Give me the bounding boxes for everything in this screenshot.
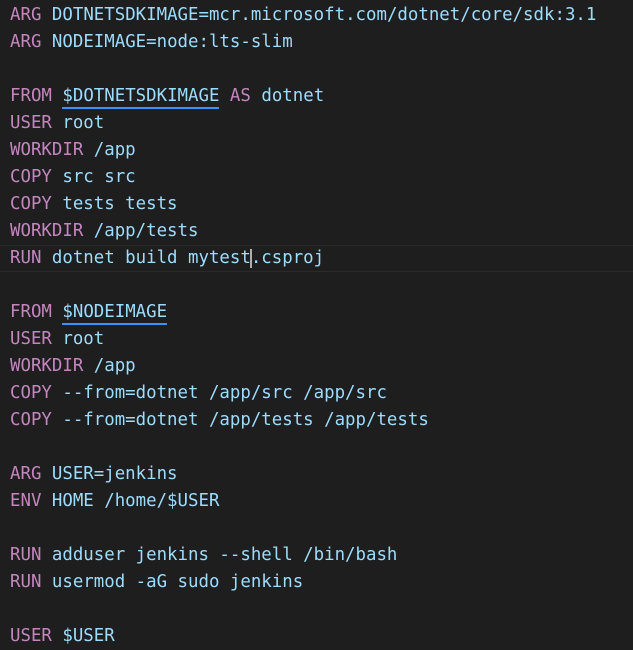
code-keyword: COPY: [10, 410, 52, 430]
code-line[interactable]: ARG USER=jenkins: [0, 461, 633, 488]
code-keyword: AS: [229, 86, 251, 106]
code-token: /app: [83, 140, 136, 160]
code-line[interactable]: COPY src src: [0, 164, 633, 191]
code-keyword: WORKDIR: [10, 356, 84, 376]
code-token: dotnet: [250, 86, 325, 106]
code-token: --from=dotnet /app/src /app/src: [51, 383, 387, 403]
code-line[interactable]: RUN usermod -aG sudo jenkins: [0, 569, 633, 596]
code-line[interactable]: [0, 434, 633, 461]
code-token: root: [51, 329, 105, 349]
code-line[interactable]: USER root: [0, 326, 633, 353]
code-line[interactable]: WORKDIR /app: [0, 137, 633, 164]
code-line[interactable]: ENV HOME /home/$USER: [0, 488, 633, 515]
code-editor[interactable]: ARG DOTNETSDKIMAGE=mcr.microsoft.com/dot…: [0, 2, 633, 648]
code-keyword: USER: [10, 626, 52, 646]
code-line[interactable]: FROM $NODEIMAGE: [0, 299, 633, 326]
code-token: root: [51, 113, 105, 133]
code-token: $NODEIMAGE: [62, 302, 168, 325]
code-line[interactable]: USER $USER: [0, 623, 633, 650]
code-keyword: COPY: [10, 194, 52, 214]
code-keyword: FROM: [10, 302, 52, 322]
code-token: DOTNETSDKIMAGE=mcr.microsoft.com/dotnet/…: [51, 5, 597, 25]
code-line[interactable]: USER root: [0, 110, 633, 137]
code-keyword: FROM: [10, 86, 52, 106]
code-token: usermod -aG sudo jenkins: [41, 572, 304, 592]
code-token: NODEIMAGE=node:lts-slim: [51, 32, 293, 52]
code-keyword: ENV: [10, 491, 42, 511]
code-token: /app: [83, 356, 136, 376]
code-token: dotnet build mytest: [41, 248, 251, 268]
code-line[interactable]: ARG NODEIMAGE=node:lts-slim: [0, 29, 633, 56]
code-keyword: RUN: [10, 545, 42, 565]
code-token: .csproj: [250, 248, 325, 268]
code-token: adduser jenkins --shell /bin/bash: [41, 545, 398, 565]
code-token: --from=dotnet /app/tests /app/tests: [51, 410, 429, 430]
code-line[interactable]: WORKDIR /app/tests: [0, 218, 633, 245]
code-line[interactable]: COPY --from=dotnet /app/src /app/src: [0, 380, 633, 407]
code-keyword: RUN: [10, 572, 42, 592]
code-line[interactable]: FROM $DOTNETSDKIMAGE AS dotnet: [0, 83, 633, 110]
code-keyword: USER: [10, 113, 52, 133]
code-line-current[interactable]: RUN dotnet build mytest.csproj: [0, 245, 633, 272]
code-line[interactable]: [0, 515, 633, 542]
code-line[interactable]: ARG DOTNETSDKIMAGE=mcr.microsoft.com/dot…: [0, 2, 633, 29]
code-line[interactable]: [0, 56, 633, 83]
code-keyword: COPY: [10, 383, 52, 403]
code-token: $DOTNETSDKIMAGE: [62, 86, 220, 109]
code-keyword: ARG: [10, 5, 42, 25]
code-line[interactable]: [0, 272, 633, 299]
code-line[interactable]: COPY tests tests: [0, 191, 633, 218]
code-line[interactable]: WORKDIR /app: [0, 353, 633, 380]
code-keyword: WORKDIR: [10, 221, 84, 241]
code-keyword: COPY: [10, 167, 52, 187]
code-keyword: USER: [10, 329, 52, 349]
code-keyword: WORKDIR: [10, 140, 84, 160]
code-line[interactable]: [0, 596, 633, 623]
code-token: HOME /home/$USER: [41, 491, 220, 511]
code-token: tests tests: [51, 194, 178, 214]
code-keyword: ARG: [10, 464, 42, 484]
code-token: USER=jenkins: [41, 464, 178, 484]
code-line[interactable]: RUN adduser jenkins --shell /bin/bash: [0, 542, 633, 569]
code-keyword: RUN: [10, 248, 42, 268]
code-token: /app/tests: [83, 221, 199, 241]
code-line[interactable]: COPY --from=dotnet /app/tests /app/tests: [0, 407, 633, 434]
code-token: src src: [51, 167, 136, 187]
code-token: $USER: [51, 626, 115, 646]
code-keyword: ARG: [10, 32, 42, 52]
